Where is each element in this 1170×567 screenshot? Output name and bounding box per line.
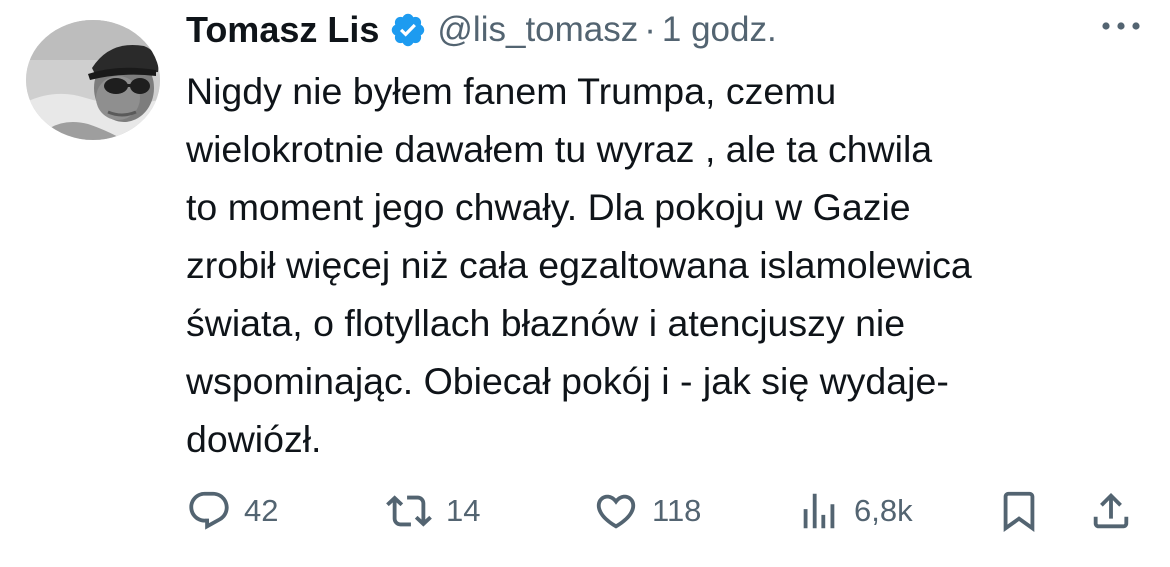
- tweet-timestamp[interactable]: 1 godz.: [662, 10, 777, 50]
- views-count: 6,8k: [854, 493, 913, 528]
- repost-arrows-icon: [386, 495, 432, 527]
- author-handle[interactable]: @lis_tomasz: [437, 10, 638, 50]
- tweet-text-line: wspominając. Obiecał pokój i - jak się w…: [186, 360, 949, 402]
- more-dots-icon[interactable]: [1096, 16, 1146, 36]
- bookmark-button[interactable]: [996, 486, 1042, 536]
- tweet-text: Nigdy nie byłem fanem Trumpa, czemu wiel…: [186, 62, 1146, 468]
- avatar[interactable]: [26, 20, 160, 140]
- header-separator: ·: [644, 10, 656, 49]
- tweet-text-line: dowiózł.: [186, 418, 322, 460]
- tweet-text-line: świata, o flotyllach błaznów i atencjusz…: [186, 302, 906, 344]
- tweet-text-line: Nigdy nie byłem fanem Trumpa, czemu: [186, 70, 837, 112]
- author-name[interactable]: Tomasz Lis: [186, 9, 379, 51]
- tweet-header: Tomasz Lis @lis_tomasz · 1 godz.: [186, 4, 777, 56]
- repost-count: 14: [446, 493, 481, 528]
- verified-badge-icon: [389, 11, 427, 49]
- reply-button[interactable]: 42: [186, 486, 278, 536]
- share-upload-icon: [1093, 492, 1129, 529]
- avatar-photo: [26, 20, 160, 140]
- views-bars-icon: [803, 493, 835, 529]
- reply-bubble-icon: [189, 491, 229, 530]
- views-button[interactable]: 6,8k: [796, 486, 913, 536]
- reply-count: 42: [244, 493, 279, 528]
- share-button[interactable]: [1088, 486, 1134, 536]
- tweet-text-line: wielokrotnie dawałem tu wyraz , ale ta c…: [186, 128, 933, 170]
- repost-button[interactable]: 14: [384, 486, 480, 536]
- tweet-text-line: zrobił więcej niż cała egzaltowana islam…: [186, 244, 972, 286]
- tweet[interactable]: Tomasz Lis @lis_tomasz · 1 godz. Nigdy n…: [0, 0, 1170, 567]
- tweet-actions-bar: 42 14 118 6,8k: [0, 486, 1170, 536]
- like-count: 118: [652, 493, 702, 528]
- bookmark-icon: [1003, 491, 1035, 532]
- like-button[interactable]: 118: [592, 486, 701, 536]
- tweet-text-line: to moment jego chwały. Dla pokoju w Gazi…: [186, 186, 911, 228]
- heart-icon: [596, 494, 636, 529]
